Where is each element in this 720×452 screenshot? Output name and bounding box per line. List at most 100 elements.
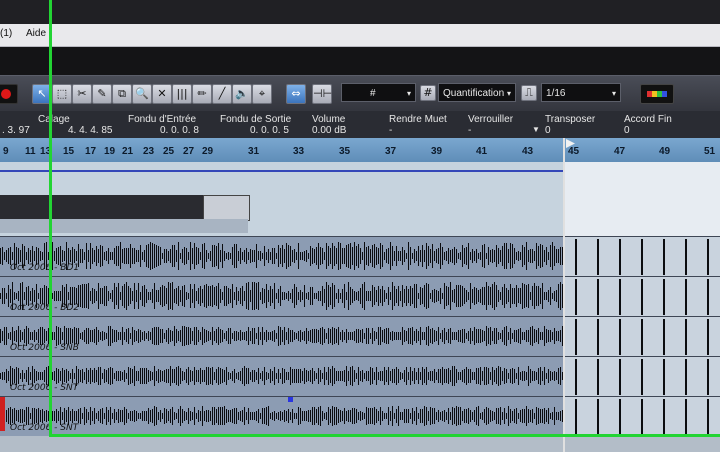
audio-event-waveform[interactable]: [0, 317, 566, 357]
waveform-sample: [142, 367, 144, 385]
event-after-cursor[interactable]: [565, 357, 720, 397]
timeline-ruler[interactable]: 9 11 13 15 17 19 21 23 25 27 29 31 33 35…: [0, 138, 720, 162]
waveform-sample: [332, 282, 334, 310]
waveform-sample: [192, 411, 194, 421]
waveform-sample: [162, 252, 164, 260]
waveform-sample: [514, 288, 516, 304]
zoom-tool-icon[interactable]: 🔍: [132, 84, 152, 104]
waveform-sample: [184, 372, 186, 380]
split-tool-icon[interactable]: ✂: [72, 84, 92, 104]
waveform-sample: [248, 252, 250, 260]
midi-part-end[interactable]: [203, 195, 250, 221]
info-value-fade-in[interactable]: 0. 0. 0. 8: [160, 125, 199, 136]
waveform-sample: [306, 249, 308, 263]
waveform-sample: [548, 407, 550, 425]
waveform-sample: [484, 366, 486, 386]
waveform-sample: [575, 399, 577, 435]
waveform-sample: [276, 412, 278, 420]
waveform-sample: [444, 327, 446, 345]
grid-type-dropdown[interactable]: # ▾: [341, 83, 416, 102]
waveform-sample: [442, 292, 444, 299]
waveform-sample: [268, 289, 270, 303]
time-warp-tool-icon[interactable]: |||: [172, 84, 192, 104]
waveform-sample: [374, 244, 376, 268]
waveform-sample: [124, 332, 126, 340]
play-tool-icon[interactable]: 🔈: [232, 84, 252, 104]
waveform-sample: [438, 368, 440, 384]
arrangement-area[interactable]: Oct 2006 - BD1 Oct 2006 - BD2 Oct 2006 -…: [0, 162, 720, 452]
audio-track-row[interactable]: Oct 2006 - BD1: [0, 236, 720, 277]
waveform-sample: [112, 329, 114, 343]
color-palette-icon[interactable]: [640, 84, 674, 104]
object-selection-tool-icon[interactable]: ↖: [32, 84, 52, 104]
waveform-sample: [326, 282, 328, 310]
waveform-sample: [134, 329, 136, 343]
audio-track-row[interactable]: Oct 2006 - SNT: [0, 356, 720, 397]
waveform-sample: [392, 330, 394, 342]
event-after-cursor[interactable]: [565, 237, 720, 277]
pencil-tool-icon[interactable]: ✏: [192, 84, 212, 104]
waveform-sample: [68, 292, 70, 300]
waveform-sample: [224, 406, 226, 426]
info-value-transpose[interactable]: 0: [545, 125, 551, 136]
snap-button[interactable]: ⊣⊢: [312, 84, 332, 104]
event-after-cursor[interactable]: [565, 277, 720, 317]
glue-tool-icon[interactable]: ⧉: [112, 84, 132, 104]
info-value-lock[interactable]: -: [468, 125, 471, 136]
waveform-sample: [18, 291, 20, 301]
waveform-sample: [278, 326, 280, 346]
event-after-cursor[interactable]: [565, 317, 720, 357]
waveform-sample: [278, 411, 280, 421]
waveform-sample: [306, 411, 308, 421]
info-value-volume[interactable]: 0.00 dB: [312, 125, 346, 136]
info-value-fade-out[interactable]: 0. 0. 0. 5: [250, 125, 289, 136]
waveform-sample: [330, 329, 332, 343]
waveform-sample: [384, 412, 386, 420]
waveform-sample: [520, 287, 522, 304]
range-selection-tool-icon[interactable]: ⬚: [52, 84, 72, 104]
line-tool-icon[interactable]: ╱: [212, 84, 232, 104]
project-cursor[interactable]: [563, 138, 565, 452]
draw-tool-icon[interactable]: ✎: [92, 84, 112, 104]
erase-tool-icon[interactable]: ✕: [152, 84, 172, 104]
waveform-sample: [460, 371, 462, 381]
event-after-cursor[interactable]: [565, 397, 720, 437]
info-value-calage[interactable]: 4. 4. 4. 85: [68, 125, 112, 136]
waveform-sample: [462, 244, 464, 268]
start-position-value[interactable]: . 3. 97: [2, 125, 30, 136]
quantize-setup-icon[interactable]: ⎍: [521, 85, 537, 101]
waveform-sample: [208, 252, 210, 260]
info-value-fine-tune[interactable]: 0: [624, 125, 630, 136]
waveform-sample: [316, 409, 318, 423]
info-value-mute[interactable]: -: [389, 125, 392, 136]
waveform-sample: [0, 247, 2, 265]
waveform-sample: [416, 406, 418, 426]
waveform-sample: [222, 406, 224, 426]
waveform-sample: [264, 331, 266, 341]
audio-event-waveform[interactable]: [0, 237, 566, 277]
event-handle[interactable]: [288, 397, 293, 402]
audio-track-row[interactable]: Oct 2006 - BD2: [0, 276, 720, 317]
waveform-sample: [158, 289, 160, 302]
waveform-sample: [366, 406, 368, 426]
color-tool-icon[interactable]: ⌖: [252, 84, 272, 104]
quantize-grid-icon[interactable]: #: [420, 85, 436, 101]
lock-dropdown-arrow-icon[interactable]: ▼: [532, 125, 540, 134]
audio-event-waveform[interactable]: [0, 397, 566, 437]
audio-track-row[interactable]: Oct 2006 - SNB: [0, 316, 720, 357]
waveform-sample: [270, 369, 272, 383]
autoscroll-button[interactable]: ⇔: [286, 84, 306, 104]
waveform-sample: [176, 328, 178, 344]
record-button[interactable]: [0, 84, 18, 104]
menu-item-help[interactable]: Aide: [26, 28, 46, 39]
waveform-sample: [232, 247, 234, 265]
audio-event-waveform[interactable]: [0, 357, 566, 397]
audio-event-waveform[interactable]: [0, 277, 566, 317]
menu-item-window-number[interactable]: (1): [0, 28, 12, 39]
midi-part-block[interactable]: [0, 195, 205, 219]
waveform-sample: [250, 331, 252, 341]
quantize-value-dropdown[interactable]: 1/16 ▾: [541, 83, 621, 102]
quantize-type-dropdown[interactable]: Quantification ▾: [438, 83, 516, 102]
audio-track-row[interactable]: Oct 2006 - SNT: [0, 396, 720, 437]
waveform-sample: [176, 288, 178, 304]
